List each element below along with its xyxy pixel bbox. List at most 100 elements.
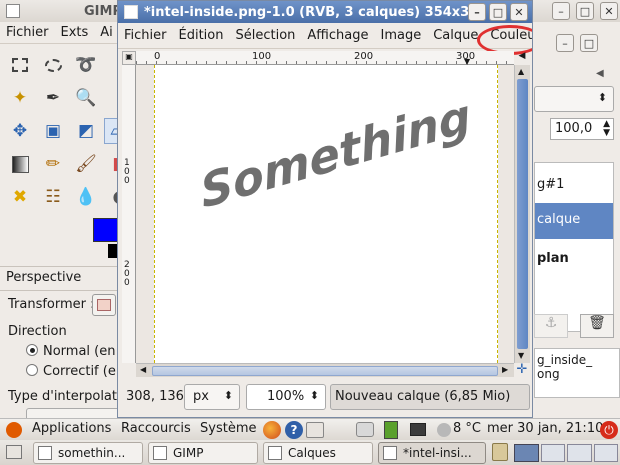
image-menubar: Fichier Édition Sélection Affichage Imag… [118, 23, 532, 49]
workspace-1[interactable] [514, 444, 539, 462]
lasso-tool-icon[interactable]: ➰ [73, 52, 99, 78]
dock-menu-arrow-icon[interactable]: ◀ [596, 68, 604, 79]
task-calques[interactable]: Calques [263, 442, 373, 464]
toolbox-titlebar[interactable]: GIMP [0, 0, 130, 22]
workspace-switcher[interactable] [514, 444, 618, 462]
blur-tool-icon[interactable]: 💧 [73, 184, 99, 210]
ruler-corner[interactable]: ▣ [122, 51, 136, 65]
color-picker-tool-icon[interactable]: ✒ [40, 85, 66, 111]
help-icon[interactable]: ? [285, 421, 303, 439]
maximize-icon: □ [579, 4, 591, 18]
minimize-icon: – [558, 4, 564, 18]
maximize-button[interactable]: □ [489, 3, 507, 21]
menu-affichage[interactable]: Affichage [301, 28, 374, 43]
layer-row[interactable]: g#1 [535, 163, 613, 203]
places-menu[interactable]: Raccourcis [121, 421, 191, 436]
menu-image[interactable]: Image [374, 28, 427, 43]
image-titlebar[interactable]: *intel-inside.png-1.0 (RVB, 3 calques) 3… [118, 1, 532, 23]
workspace-3[interactable] [567, 444, 592, 462]
ellipse-select-tool-icon[interactable] [40, 52, 66, 78]
rect-select-tool-icon[interactable] [7, 52, 33, 78]
system-menu[interactable]: Système [200, 421, 256, 436]
opacity-spin[interactable]: 100,0 ▲ ▼ [550, 118, 614, 140]
transform-layer-button[interactable] [92, 294, 116, 316]
workspace-2[interactable] [540, 444, 565, 462]
heal-tool-icon[interactable]: ✖ [7, 184, 33, 210]
task-gimp[interactable]: GIMP [148, 442, 258, 464]
clone-tool-icon[interactable]: ☷ [40, 184, 66, 210]
menu-fichier[interactable]: Fichier [0, 25, 55, 40]
layers-dock-titlebar[interactable]: – □ ✕ [530, 0, 620, 22]
file-list: g_inside_ ong [534, 348, 620, 398]
canvas-area[interactable]: Something [136, 65, 514, 363]
nav-arrow-icon[interactable]: ◀ [514, 51, 530, 65]
close-button[interactable]: ✕ [600, 2, 618, 20]
layer-row[interactable]: plan [535, 239, 613, 279]
zoom-value: 100% [267, 389, 305, 404]
workspace-4[interactable] [593, 444, 618, 462]
horizontal-scroll-thumb[interactable] [152, 366, 498, 376]
layer-row-selected[interactable]: calque [535, 203, 613, 239]
maximize-button[interactable]: □ [576, 2, 594, 20]
vruler-mark: 2 0 0 [124, 260, 130, 288]
scroll-up-icon[interactable]: ▲ [518, 67, 524, 76]
horizontal-scrollbar[interactable]: ◀ ▶ [136, 363, 514, 377]
menu-exts[interactable]: Exts [55, 25, 95, 40]
delete-layer-button[interactable]: 🗑 [580, 314, 614, 338]
image-canvas[interactable]: Something [154, 65, 498, 363]
applications-menu[interactable]: Applications [32, 421, 111, 436]
zoom-dropdown[interactable]: 100% ⬍ [246, 384, 326, 410]
menu-edition[interactable]: Édition [173, 28, 230, 43]
zoom-tool-icon[interactable]: 🔍 [73, 85, 99, 111]
interpolation-dropdown[interactable] [26, 408, 126, 418]
vertical-scrollbar[interactable]: ▲ ▼ [514, 65, 530, 363]
dock-minimize-button[interactable]: – [556, 34, 574, 52]
close-button[interactable]: ✕ [510, 3, 528, 21]
crop-tool-icon[interactable]: ▣ [40, 118, 66, 144]
vertical-scroll-thumb[interactable] [517, 79, 528, 349]
task-intel-inside[interactable]: *intel-insi... [378, 442, 486, 464]
foreground-color-swatch[interactable] [93, 218, 119, 242]
anchor-icon: ⚓ [544, 315, 558, 331]
radio-normal-dot [26, 344, 38, 356]
chevron-updown-icon: ⬍ [309, 389, 319, 402]
scroll-down-icon[interactable]: ▼ [518, 351, 524, 360]
menu-selection[interactable]: Sélection [229, 28, 301, 43]
paintbrush-tool-icon[interactable]: 🖌 [73, 151, 99, 177]
tools-icon[interactable] [306, 422, 324, 438]
chevron-updown-icon: ⬍ [223, 389, 233, 402]
menu-calque[interactable]: Calque [427, 28, 484, 43]
rotate-tool-icon[interactable]: ◩ [73, 118, 99, 144]
show-desktop-icon[interactable] [6, 445, 22, 459]
blend-tool-icon[interactable] [7, 151, 33, 177]
firefox-icon[interactable] [263, 421, 281, 439]
maximize-icon: □ [492, 5, 504, 19]
unit-dropdown[interactable]: px ⬍ [184, 384, 240, 410]
minimize-button[interactable]: – [552, 2, 570, 20]
scroll-right-icon[interactable]: ▶ [502, 365, 508, 374]
status-bar: 308, 136 px ⬍ 100% ⬍ Nouveau calque (6,8… [118, 381, 532, 415]
navigate-icon[interactable]: ✛ [514, 363, 530, 377]
chat-icon[interactable] [356, 422, 374, 437]
dock-maximize-button[interactable]: □ [580, 34, 598, 52]
battery-icon[interactable] [384, 421, 398, 439]
weather-temp[interactable]: 8 °C [453, 421, 481, 436]
menu-aide[interactable]: Ai [94, 25, 119, 40]
network-icon[interactable] [410, 423, 426, 436]
ubuntu-logo-icon[interactable] [6, 422, 22, 438]
task-somethin[interactable]: somethin... [33, 442, 143, 464]
fuzzy-select-tool-icon[interactable]: ✦ [7, 85, 33, 111]
power-icon[interactable]: ⏻ [600, 421, 618, 439]
minimize-button[interactable]: – [468, 3, 486, 21]
scroll-left-icon[interactable]: ◀ [140, 365, 146, 374]
radio-corrective[interactable]: Correctif (er [26, 364, 121, 379]
menu-fichier[interactable]: Fichier [118, 28, 173, 43]
clock[interactable]: mer 30 jan, 21:10 [487, 421, 603, 436]
trash-applet-icon[interactable] [492, 443, 508, 461]
pencil-tool-icon[interactable]: ✏ [40, 151, 66, 177]
image-menu-dropdown[interactable]: ⬍ [534, 86, 614, 112]
move-tool-icon[interactable]: ✥ [7, 118, 33, 144]
weather-icon[interactable] [437, 423, 451, 437]
layer-anchor-button[interactable]: ⚓ [534, 314, 568, 338]
radio-normal[interactable]: Normal (en [26, 344, 115, 359]
